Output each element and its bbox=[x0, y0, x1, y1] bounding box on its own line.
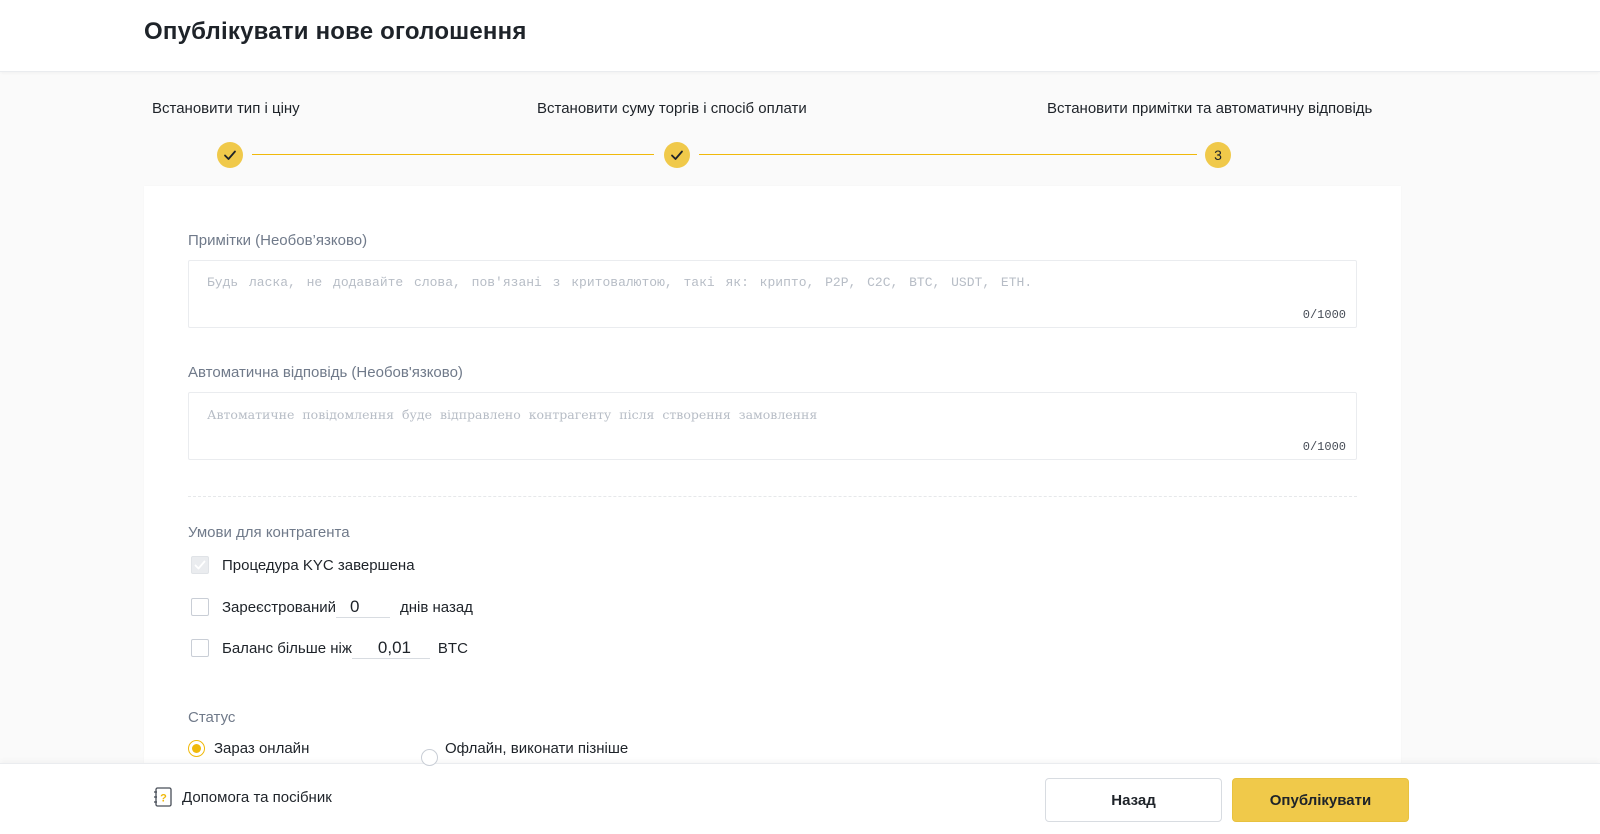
status-online-radio[interactable] bbox=[188, 739, 205, 757]
registered-label: Зареєстрований bbox=[222, 598, 336, 616]
balance-unit-label: BTC bbox=[437, 639, 468, 657]
help-link[interactable]: ? Допомога та посібник bbox=[153, 786, 332, 808]
kyc-label: Процедура KYC завершена bbox=[222, 556, 415, 574]
balance-label: Баланс більше ніж bbox=[222, 639, 352, 657]
help-label: Допомога та посібник bbox=[182, 788, 332, 806]
kyc-condition: Процедура KYC завершена bbox=[191, 555, 415, 575]
step-2-done-icon bbox=[664, 142, 690, 168]
registered-condition: Зареєстрований днів назад bbox=[191, 596, 473, 618]
notes-placeholder: Будь ласка, не додавайте слова, пов'язан… bbox=[207, 275, 1033, 290]
balance-checkbox[interactable] bbox=[191, 639, 209, 657]
auto-reply-label: Автоматична відповідь (Необов'язково) bbox=[188, 364, 463, 381]
auto-reply-textarea[interactable]: Автоматичне повідомлення буде відправлен… bbox=[188, 392, 1357, 460]
back-button[interactable]: Назад bbox=[1045, 778, 1222, 822]
section-divider bbox=[188, 496, 1357, 497]
step-2-label: Встановити суму торгів і спосіб оплати bbox=[537, 100, 807, 117]
step-connector-1 bbox=[252, 154, 654, 155]
step-connector-2 bbox=[699, 154, 1197, 155]
notes-label: Примітки (Необов’язково) bbox=[188, 232, 368, 249]
balance-condition: Баланс більше ніж BTC bbox=[191, 637, 468, 659]
auto-reply-counter: 0/1000 bbox=[1302, 440, 1346, 454]
notes-counter: 0/1000 bbox=[1302, 308, 1346, 322]
help-guide-icon: ? bbox=[154, 787, 172, 807]
svg-text:?: ? bbox=[160, 793, 167, 805]
kyc-checkbox bbox=[191, 556, 209, 574]
step-1-done-icon bbox=[217, 142, 243, 168]
step-3-label: Встановити примітки та автоматичну відпо… bbox=[1047, 100, 1373, 117]
status-offline-label: Офлайн, виконати пізніше bbox=[445, 739, 629, 757]
registered-days-input[interactable] bbox=[335, 596, 390, 618]
conditions-label: Умови для контрагента bbox=[188, 524, 350, 541]
publish-button[interactable]: Опублікувати bbox=[1232, 778, 1409, 822]
balance-input[interactable] bbox=[351, 637, 430, 659]
step-1-label: Встановити тип і ціну bbox=[152, 100, 300, 117]
status-online-option[interactable]: Зараз онлайн bbox=[188, 738, 309, 758]
notes-textarea[interactable]: Будь ласка, не додавайте слова, пов'язан… bbox=[188, 260, 1357, 328]
registered-checkbox[interactable] bbox=[191, 598, 209, 616]
status-label: Статус bbox=[188, 709, 236, 726]
auto-reply-placeholder: Автоматичне повідомлення буде відправлен… bbox=[207, 407, 818, 422]
status-offline-option[interactable]: Офлайн, виконати пізніше bbox=[445, 738, 628, 758]
status-offline-radio[interactable] bbox=[421, 749, 438, 766]
step-3-current-badge: 3 bbox=[1205, 142, 1231, 168]
status-online-label: Зараз онлайн bbox=[214, 739, 310, 757]
page-header: Опублікувати нове оголошення bbox=[0, 0, 1600, 72]
registered-unit-label: днів назад bbox=[399, 598, 473, 616]
page-title: Опублікувати нове оголошення bbox=[144, 18, 527, 45]
